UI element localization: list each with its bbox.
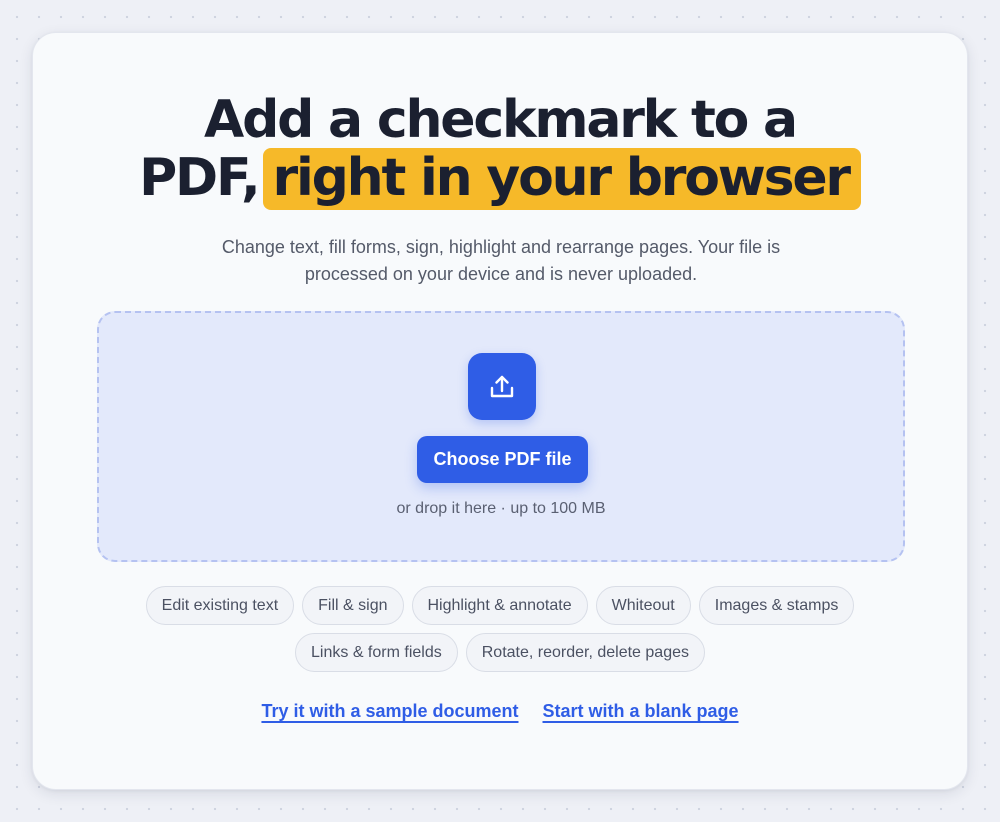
feature-chip-row-1: Edit existing text Fill & sign Highlight… <box>145 586 855 625</box>
secondary-links: Try it with a sample document Start with… <box>33 701 967 722</box>
blank-page-link[interactable]: Start with a blank page <box>543 701 739 722</box>
feature-chip-row-2: Links & form fields Rotate, reorder, del… <box>295 633 705 672</box>
feature-chip-whiteout: Whiteout <box>595 586 691 625</box>
upload-icon[interactable] <box>468 353 536 420</box>
feature-chip-links-forms: Links & form fields <box>295 633 458 672</box>
choose-pdf-button[interactable]: Choose PDF file <box>417 436 588 483</box>
page-title: Add a checkmark to a PDF, right in your b… <box>33 90 967 210</box>
title-line-1: Add a checkmark to a <box>204 90 798 150</box>
feature-chip-edit-text: Edit existing text <box>145 586 295 625</box>
main-card: Add a checkmark to a PDF, right in your b… <box>32 32 968 790</box>
feature-chip-highlight: Highlight & annotate <box>411 586 588 625</box>
feature-chips: Edit existing text Fill & sign Highlight… <box>33 586 967 672</box>
drop-hint: or drop it here · up to 100 MB <box>396 500 606 517</box>
feature-chip-images: Images & stamps <box>698 586 855 625</box>
feature-chip-pages: Rotate, reorder, delete pages <box>465 633 705 672</box>
page-subtitle: Change text, fill forms, sign, highlight… <box>221 237 781 284</box>
title-plain: PDF, <box>139 148 261 208</box>
feature-chip-fill-sign: Fill & sign <box>302 586 404 625</box>
title-highlight: right in your browser <box>262 148 861 210</box>
pdf-dropzone[interactable]: Choose PDF file or drop it here · up to … <box>97 311 905 562</box>
sample-document-link[interactable]: Try it with a sample document <box>261 701 518 722</box>
title-line-2: PDF, right in your browser <box>33 148 967 210</box>
